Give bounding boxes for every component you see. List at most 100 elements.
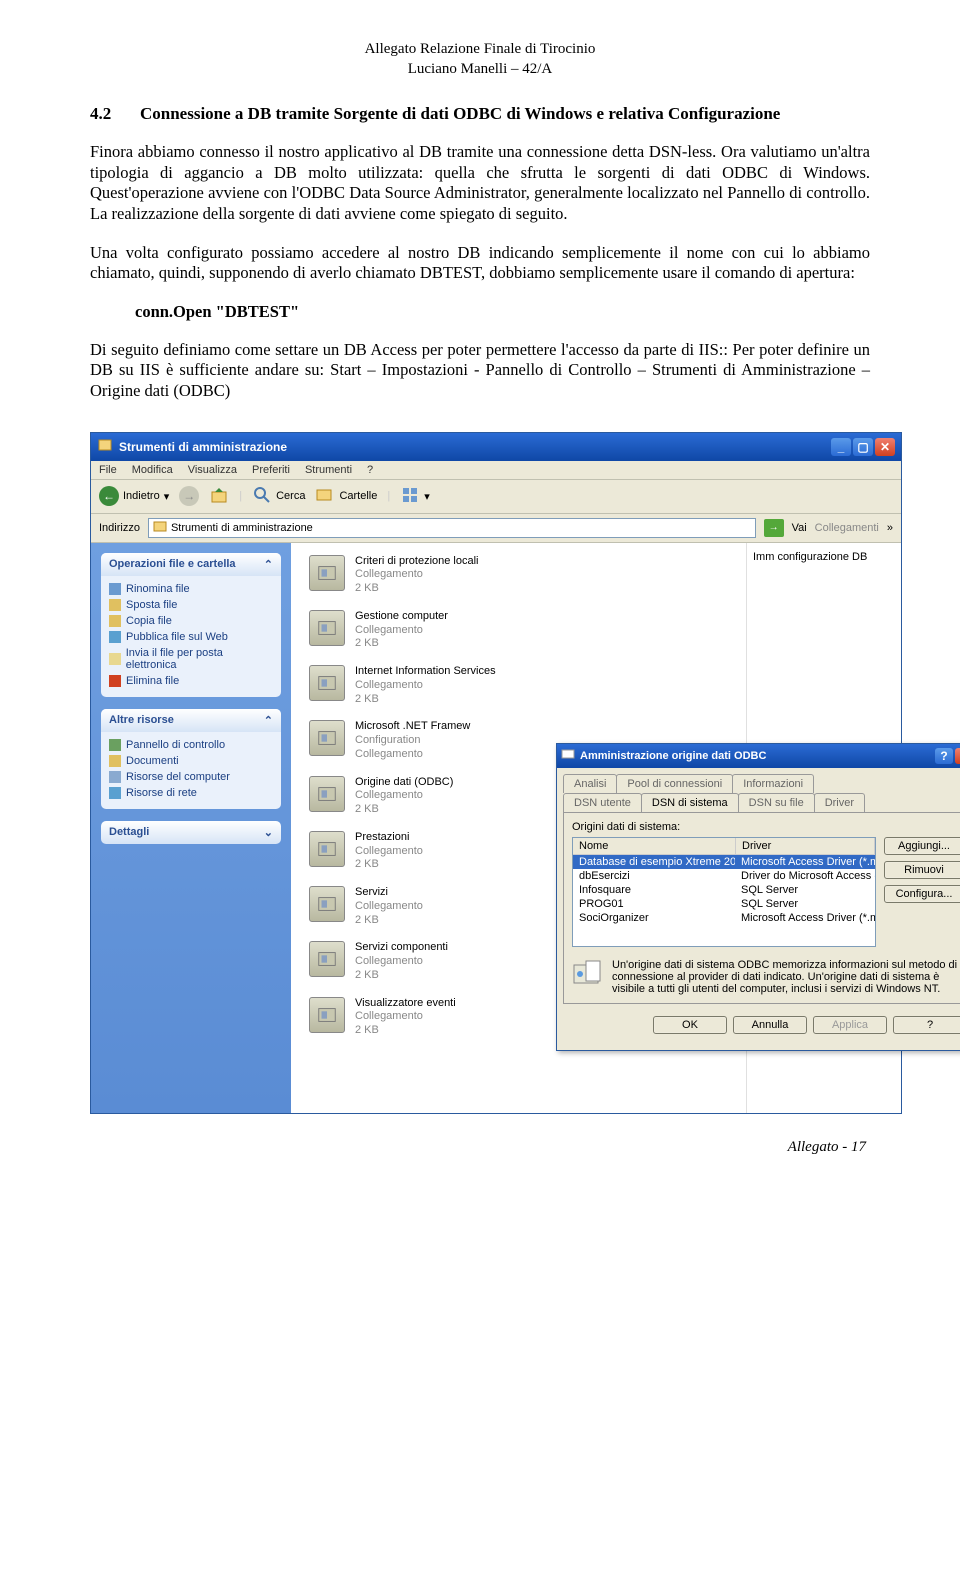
- explorer-window: Strumenti di amministrazione _ ▢ ✕ File …: [90, 432, 902, 1114]
- tab-driver[interactable]: Driver: [814, 793, 865, 812]
- link-documents[interactable]: Documenti: [109, 753, 273, 769]
- tab-pool[interactable]: Pool di connessioni: [616, 774, 733, 793]
- shortcut-icon: [309, 886, 345, 922]
- ok-button[interactable]: OK: [653, 1016, 727, 1034]
- file-sub2: 2 KB: [355, 582, 479, 596]
- task-copy[interactable]: Copia file: [109, 613, 273, 629]
- views-button[interactable]: ▾: [400, 485, 430, 508]
- code-line: conn.Open "DBTEST": [135, 302, 870, 322]
- documents-icon: [109, 755, 121, 767]
- dsn-row[interactable]: SociOrganizerMicrosoft Access Driver (*.…: [573, 911, 875, 925]
- shortcut-icon: [309, 665, 345, 701]
- shortcut-icon: [309, 941, 345, 977]
- shortcut-icon: [309, 610, 345, 646]
- up-folder-icon: [209, 485, 229, 508]
- odbc-app-icon: [561, 747, 575, 764]
- chevron-down-icon: ▾: [164, 490, 170, 503]
- odbc-list-label: Origini dati di sistema:: [572, 821, 960, 833]
- file-listing: Criteri di protezione localiCollegamento…: [291, 543, 901, 1113]
- control-panel-icon: [109, 739, 121, 751]
- address-field[interactable]: Strumenti di amministrazione: [148, 518, 756, 538]
- panel-title: Dettagli: [109, 826, 149, 838]
- forward-button[interactable]: →: [179, 486, 199, 506]
- list-header: Nome Driver: [573, 838, 875, 855]
- file-name: Prestazioni: [355, 831, 423, 845]
- task-rename[interactable]: Rinomina file: [109, 581, 273, 597]
- menu-tools[interactable]: Strumenti: [305, 464, 352, 476]
- menu-favorites[interactable]: Preferiti: [252, 464, 290, 476]
- configure-button[interactable]: Configura...: [884, 885, 960, 903]
- menu-view[interactable]: Visualizza: [188, 464, 237, 476]
- back-button[interactable]: ← Indietro ▾: [99, 486, 169, 506]
- dsn-row[interactable]: InfosquareSQL Server: [573, 883, 875, 897]
- file-name: Internet Information Services: [355, 665, 496, 679]
- tab-analysis[interactable]: Analisi: [563, 774, 617, 793]
- help-button[interactable]: ?: [893, 1016, 960, 1034]
- link-control-panel[interactable]: Pannello di controllo: [109, 737, 273, 753]
- panel-title: Altre risorse: [109, 714, 174, 726]
- tab-info[interactable]: Informazioni: [732, 774, 814, 793]
- publish-icon: [109, 631, 121, 643]
- tab-system-dsn[interactable]: DSN di sistema: [641, 793, 739, 812]
- menu-file[interactable]: File: [99, 464, 117, 476]
- tab-file-dsn[interactable]: DSN su file: [738, 793, 815, 812]
- task-delete[interactable]: Elimina file: [109, 673, 273, 689]
- go-button[interactable]: →: [764, 519, 784, 537]
- odbc-side-buttons: Aggiungi... Rimuovi Configura...: [884, 837, 960, 947]
- expand-icon[interactable]: ⌄: [264, 826, 273, 839]
- odbc-help-button[interactable]: ?: [935, 748, 953, 764]
- task-move[interactable]: Sposta file: [109, 597, 273, 613]
- up-button[interactable]: [209, 485, 229, 508]
- dsn-row[interactable]: PROG01SQL Server: [573, 897, 875, 911]
- shortcut-icon: [309, 555, 345, 591]
- minimize-button[interactable]: _: [831, 438, 851, 456]
- task-email[interactable]: Invia il file per posta elettronica: [109, 645, 273, 673]
- cancel-button[interactable]: Annulla: [733, 1016, 807, 1034]
- tab-user-dsn[interactable]: DSN utente: [563, 793, 642, 812]
- close-button[interactable]: ✕: [875, 438, 895, 456]
- panel-file-ops: Operazioni file e cartella ⌃ Rinomina fi…: [101, 553, 281, 697]
- col-name[interactable]: Nome: [573, 838, 736, 854]
- back-icon: ←: [99, 486, 119, 506]
- add-button[interactable]: Aggiungi...: [884, 837, 960, 855]
- section-number: 4.2: [90, 104, 140, 124]
- section-heading: 4.2 Connessione a DB tramite Sorgente di…: [90, 104, 870, 124]
- odbc-listbox[interactable]: Nome Driver Database di esempio Xtreme 2…: [572, 837, 876, 947]
- apply-button[interactable]: Applica: [813, 1016, 887, 1034]
- address-value: Strumenti di amministrazione: [171, 522, 313, 534]
- file-sub1: Configuration: [355, 734, 470, 748]
- col-driver[interactable]: Driver: [736, 838, 875, 854]
- dsn-row[interactable]: dbEserciziDriver do Microsoft Access (: [573, 869, 875, 883]
- odbc-titlebar: Amministrazione origine dati ODBC ? ✕: [557, 744, 960, 768]
- search-label: Cerca: [276, 490, 305, 502]
- file-name: Visualizzatore eventi: [355, 997, 456, 1011]
- address-bar: Indirizzo Strumenti di amministrazione →…: [91, 514, 901, 543]
- odbc-body: Origini dati di sistema: Nome Driver Dat…: [563, 812, 960, 1004]
- remove-button[interactable]: Rimuovi: [884, 861, 960, 879]
- link-network[interactable]: Risorse di rete: [109, 785, 273, 801]
- collapse-icon[interactable]: ⌃: [264, 714, 273, 727]
- file-sub1: Collegamento: [355, 1010, 456, 1024]
- explorer-titlebar: Strumenti di amministrazione _ ▢ ✕: [91, 433, 901, 461]
- search-button[interactable]: Cerca: [252, 485, 305, 508]
- task-publish[interactable]: Pubblica file sul Web: [109, 629, 273, 645]
- link-computer[interactable]: Risorse del computer: [109, 769, 273, 785]
- folders-button[interactable]: Cartelle: [315, 485, 377, 508]
- doc-header: Allegato Relazione Finale di Tirocinio L…: [90, 40, 870, 79]
- shortcut-icon: [309, 776, 345, 812]
- maximize-button[interactable]: ▢: [853, 438, 873, 456]
- go-label: Vai: [792, 522, 807, 534]
- file-name: Microsoft .NET Framew: [355, 720, 470, 734]
- dsn-row[interactable]: Database di esempio Xtreme 2005Microsoft…: [573, 855, 875, 869]
- folders-label: Cartelle: [339, 490, 377, 502]
- computer-icon: [109, 771, 121, 783]
- paragraph-3: Di seguito definiamo come settare un DB …: [90, 340, 870, 402]
- menu-help[interactable]: ?: [367, 464, 373, 476]
- collapse-icon[interactable]: ⌃: [264, 558, 273, 571]
- menubar: File Modifica Visualizza Preferiti Strum…: [91, 461, 901, 480]
- header-line2: Luciano Manelli – 42/A: [90, 60, 870, 80]
- delete-icon: [109, 675, 121, 687]
- menu-edit[interactable]: Modifica: [132, 464, 173, 476]
- odbc-close-button[interactable]: ✕: [955, 748, 960, 764]
- file-sub2: 2 KB: [355, 693, 496, 707]
